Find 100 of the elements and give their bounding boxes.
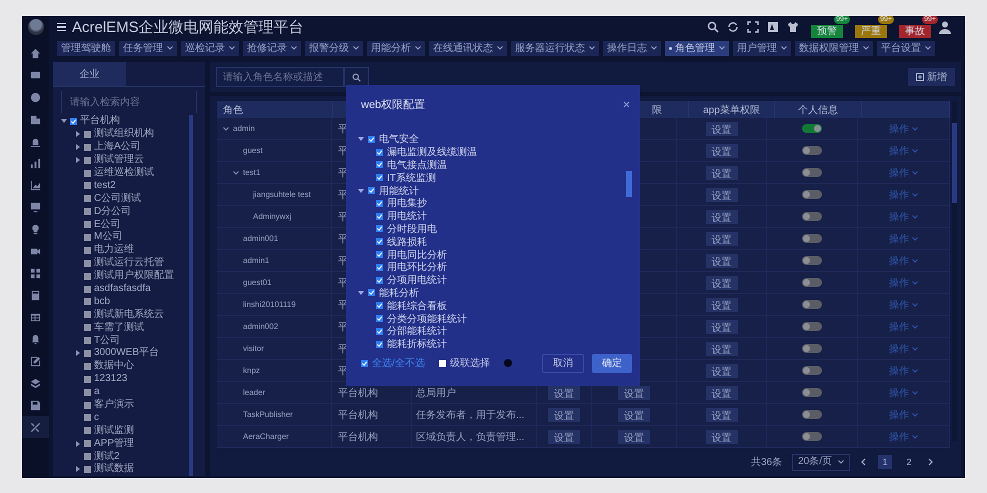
checkbox[interactable] (368, 187, 375, 194)
checkbox[interactable] (438, 360, 446, 366)
settings-button[interactable]: 设置 (706, 144, 738, 158)
checkbox[interactable] (84, 272, 91, 280)
tree-item[interactable]: 测试2 (94, 450, 120, 463)
checkbox-label[interactable]: 级联选择 (450, 356, 490, 370)
settings-button[interactable]: 设置 (706, 166, 738, 180)
settings-button[interactable]: 设置 (548, 430, 580, 444)
toggle-switch[interactable] (802, 432, 822, 441)
tree-item[interactable]: c (94, 412, 99, 424)
tools-icon[interactable] (30, 422, 41, 432)
tree-item[interactable]: 电力运维 (94, 244, 134, 256)
checkbox[interactable] (376, 264, 383, 271)
settings-button[interactable]: 设置 (706, 430, 738, 444)
checkbox[interactable] (376, 238, 383, 246)
nav-tab[interactable]: 平台设置 (877, 40, 935, 56)
permission-item[interactable]: 用电同比分析 (387, 248, 447, 262)
tree-item[interactable]: APP管理 (94, 438, 134, 450)
settings-button[interactable]: 设置 (618, 408, 650, 422)
checkbox[interactable] (376, 340, 383, 348)
nav-tab[interactable]: 巡检记录 (181, 40, 239, 56)
toggle-switch[interactable] (802, 212, 822, 221)
tree-item[interactable]: asdfasfasdfa (94, 283, 151, 296)
caret-right-icon[interactable] (75, 466, 81, 472)
caret-right-icon[interactable] (75, 350, 81, 356)
chevron-right-icon[interactable] (926, 458, 934, 466)
layers-icon[interactable] (30, 378, 41, 388)
caret-down-icon[interactable] (358, 136, 364, 142)
caret-right-icon[interactable] (75, 440, 81, 447)
settings-button[interactable]: 设置 (706, 210, 738, 224)
checkbox[interactable] (84, 440, 91, 448)
settings-button[interactable]: 设置 (706, 122, 738, 136)
toggle-switch[interactable] (802, 234, 822, 243)
search-button[interactable] (344, 67, 369, 87)
caret-right-icon[interactable] (75, 144, 81, 150)
permission-item[interactable]: 漏电监测及线缆测温 (387, 145, 477, 160)
tree-item[interactable]: T公司 (94, 334, 120, 347)
tree-item[interactable]: 测试新电系统云 (94, 308, 164, 321)
user-icon[interactable] (939, 20, 951, 34)
toggle-switch[interactable] (802, 410, 822, 419)
tree-item[interactable]: 平台机构 (80, 115, 120, 128)
settings-button[interactable]: 设置 (706, 342, 738, 356)
nav-tab[interactable]: 用能分析 (367, 40, 425, 56)
toggle-switch[interactable] (802, 366, 822, 375)
checkbox[interactable] (376, 148, 383, 156)
checkbox[interactable] (84, 246, 91, 254)
table-icon[interactable] (30, 312, 41, 322)
permission-item[interactable]: 分项用电统计 (387, 273, 447, 288)
checkbox[interactable] (84, 234, 91, 241)
caret-down-icon[interactable] (223, 126, 229, 132)
tree-item[interactable]: 运维巡检测试 (94, 167, 154, 179)
tree-item[interactable]: 数据中心 (94, 360, 134, 372)
tree-item[interactable]: bcb (94, 296, 110, 308)
search-icon[interactable] (707, 21, 719, 33)
nav-tab[interactable]: 抢修记录 (243, 40, 301, 56)
checkbox[interactable] (368, 289, 375, 296)
nav-tab[interactable]: 用户管理 (733, 40, 791, 56)
permission-item[interactable]: 电气安全 (379, 133, 419, 146)
bar-icon[interactable] (30, 158, 41, 168)
settings-button[interactable]: 设置 (706, 254, 738, 268)
settings-button[interactable]: 设置 (548, 408, 580, 422)
shirt-icon[interactable] (787, 21, 799, 33)
checkbox[interactable] (84, 208, 91, 216)
checkbox[interactable] (376, 200, 383, 207)
caret-down-icon[interactable] (358, 188, 364, 194)
caret-right-icon[interactable] (75, 157, 81, 164)
nav-tab[interactable]: 服务器运行状态 (511, 40, 599, 56)
add-button[interactable]: 新增 (908, 68, 955, 86)
checkbox[interactable] (376, 315, 383, 322)
checkbox[interactable] (84, 362, 91, 370)
permission-item[interactable]: 能耗折标统计 (387, 337, 447, 352)
scrollbar-thumb[interactable] (626, 171, 632, 197)
permission-item[interactable]: 用电环比分析 (387, 260, 447, 274)
checkbox[interactable] (376, 212, 383, 220)
tree-item[interactable]: C公司测试 (94, 192, 142, 205)
permission-item[interactable]: 能耗分析 (379, 286, 419, 300)
checkbox[interactable] (84, 221, 91, 228)
checkbox[interactable] (84, 376, 91, 383)
permission-item[interactable]: 分部能耗统计 (387, 324, 447, 338)
settings-button[interactable]: 设置 (706, 386, 738, 400)
page-button[interactable]: 2 (902, 455, 916, 469)
toggle-switch[interactable] (802, 168, 822, 177)
cancel-button[interactable]: 取消 (542, 354, 584, 372)
building-icon[interactable] (30, 114, 41, 124)
settings-button[interactable]: 设置 (618, 386, 650, 400)
bulb-icon[interactable] (30, 224, 41, 234)
tree-item[interactable]: 3000WEB平台 (94, 347, 160, 360)
toggle-switch[interactable] (802, 190, 822, 199)
settings-button[interactable]: 设置 (706, 320, 738, 334)
checkbox[interactable] (84, 324, 91, 332)
bell-icon[interactable] (30, 334, 41, 344)
checkbox[interactable] (84, 156, 91, 164)
tree-item[interactable]: 测试数据 (94, 463, 134, 476)
nav-tab[interactable]: 任务管理 (119, 40, 177, 56)
checkbox[interactable] (84, 182, 91, 190)
toggle-switch[interactable] (802, 300, 822, 309)
toggle-switch[interactable] (802, 388, 822, 397)
checkbox[interactable] (376, 276, 383, 284)
checkbox[interactable] (84, 388, 91, 396)
tree-item[interactable]: 车需了测试 (94, 322, 144, 334)
